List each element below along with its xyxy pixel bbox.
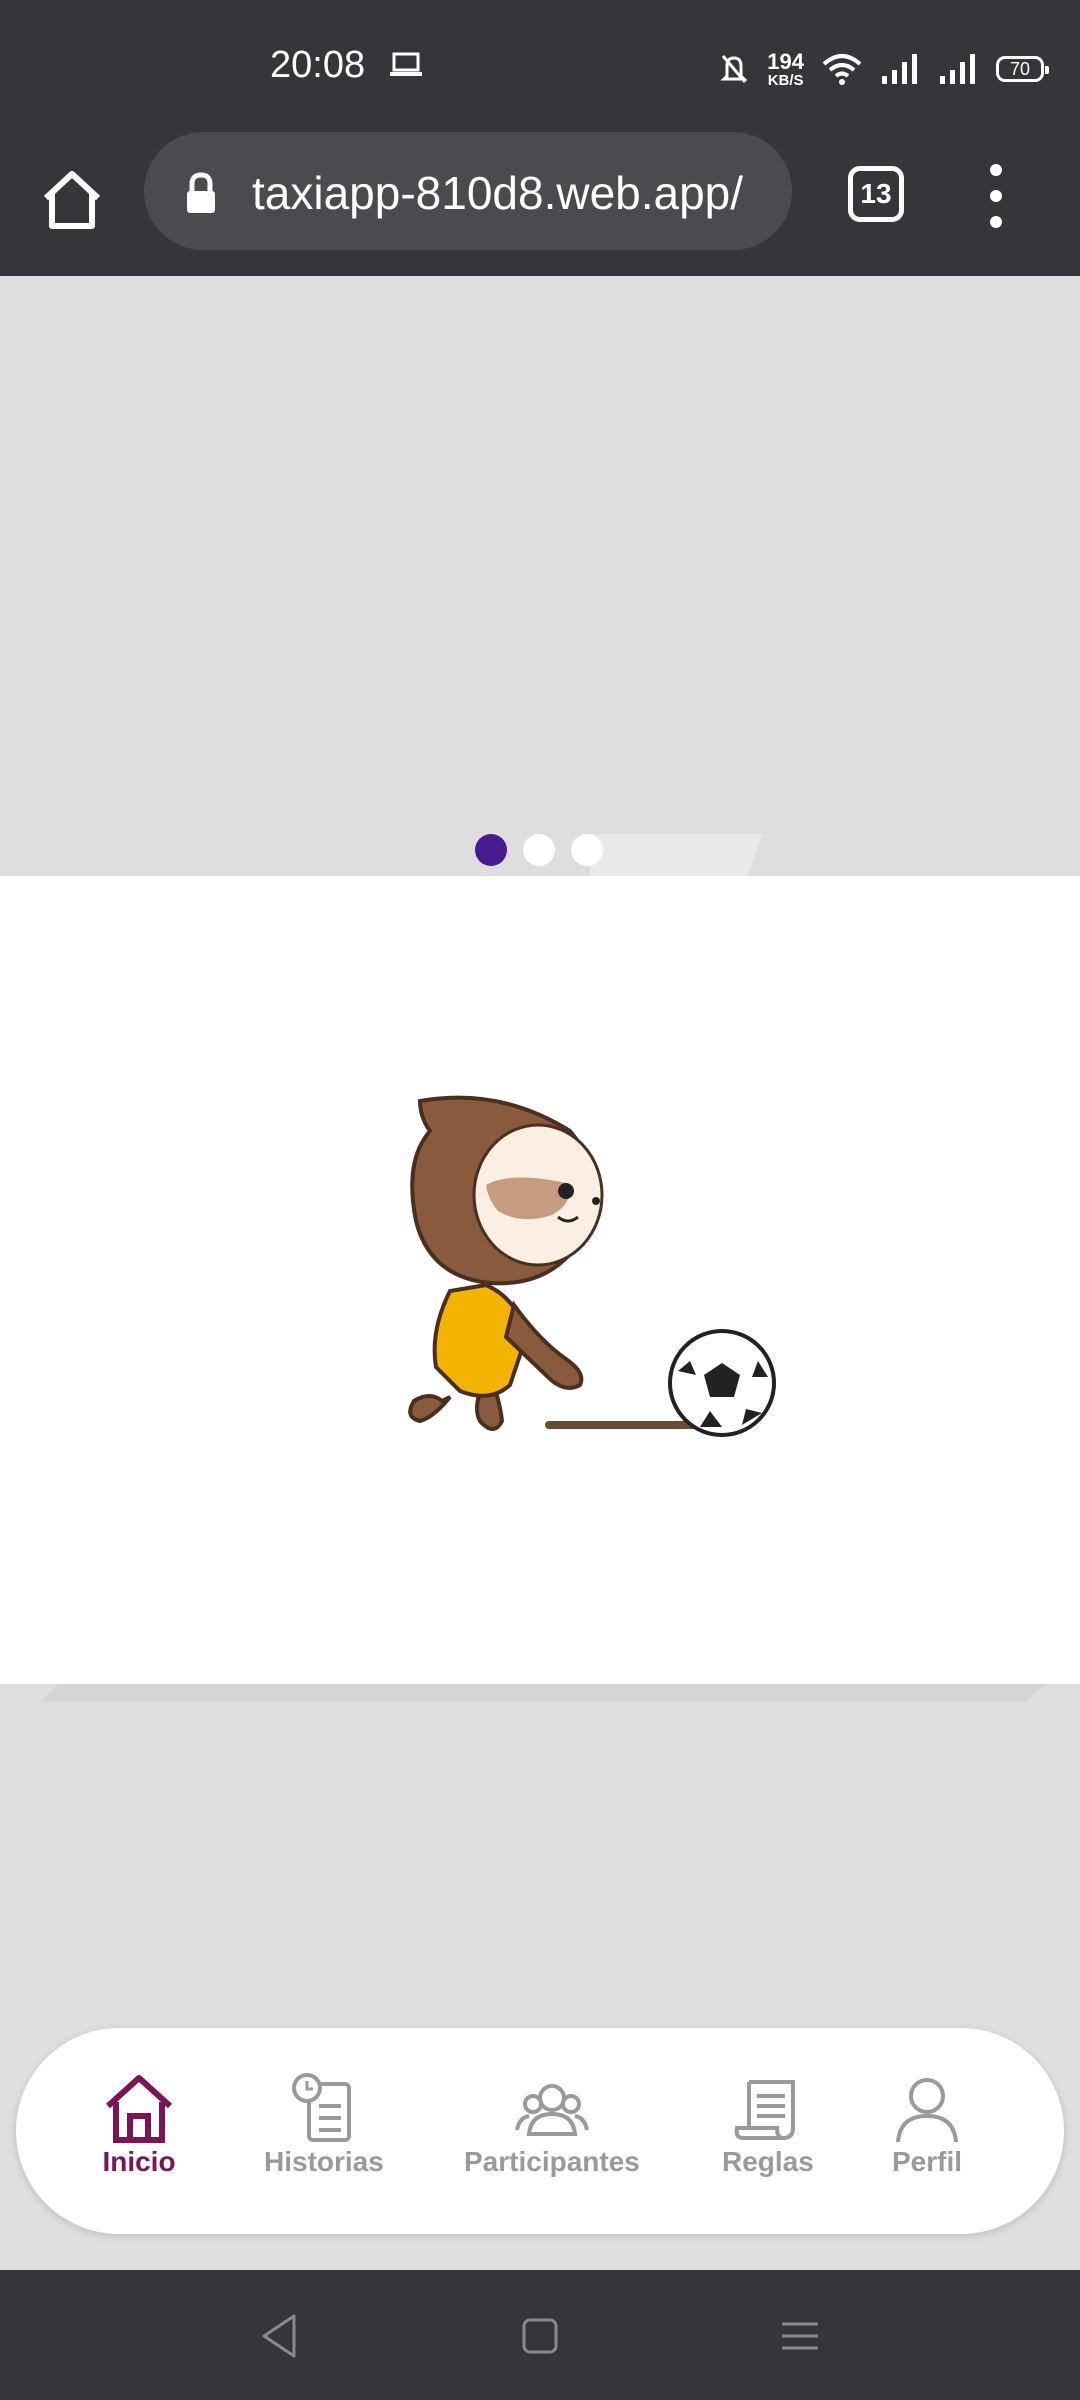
- url-text: taxiapp-810d8.web.app/: [252, 167, 744, 219]
- status-time: 20:08: [270, 44, 366, 86]
- carousel-dot-2[interactable]: [523, 834, 555, 866]
- signal-icon: [882, 54, 917, 84]
- profile-icon: [896, 2078, 958, 2143]
- carousel-dot-1[interactable]: [475, 834, 507, 866]
- nav-item-historias[interactable]: Historias: [264, 2072, 384, 2178]
- history-icon: [291, 2073, 351, 2142]
- nav-label-historias: Historias: [264, 2146, 384, 2177]
- nav-label-inicio: Inicio: [102, 2146, 176, 2177]
- laptop-icon: [390, 52, 422, 76]
- lock-icon: [187, 172, 215, 213]
- rules-icon: [734, 2080, 795, 2140]
- participants-icon: [514, 2084, 589, 2136]
- home-icon: [105, 2075, 173, 2143]
- signal-icon-2: [940, 54, 975, 84]
- back-icon[interactable]: [254, 2310, 306, 2362]
- battery-icon: 70: [996, 56, 1049, 82]
- nav-item-perfil[interactable]: Perfil: [890, 2072, 964, 2178]
- status-icons: 194 KB/S 70: [719, 44, 1049, 94]
- slide-decoration: [40, 1684, 1045, 1702]
- net-speed: 194 KB/S: [767, 48, 804, 89]
- browser-toolbar: taxiapp-810d8.web.app/ 13: [0, 132, 1080, 276]
- nav-label-reglas: Reglas: [722, 2146, 814, 2177]
- carousel-decoration: [590, 834, 762, 876]
- carousel-dot-3[interactable]: [571, 834, 603, 866]
- wifi-icon: [822, 54, 862, 85]
- carousel-banner: [0, 276, 1080, 876]
- carousel-slide[interactable]: [0, 876, 1080, 1684]
- carousel-dots: [475, 834, 603, 866]
- home-square-icon[interactable]: [514, 2310, 566, 2362]
- nav-item-participantes[interactable]: Participantes: [464, 2072, 640, 2178]
- recents-icon[interactable]: [774, 2310, 826, 2362]
- status-bar: 20:08 194 KB/S 70: [0, 0, 1080, 136]
- sloth-soccer-illustration: [408, 1095, 776, 1437]
- nav-label-perfil: Perfil: [891, 2146, 963, 2177]
- nav-item-reglas[interactable]: Reglas: [722, 2072, 814, 2178]
- home-icon[interactable]: [38, 166, 106, 234]
- system-navigation-bar: [0, 2270, 1080, 2400]
- nav-label-participantes: Participantes: [464, 2146, 640, 2177]
- overflow-menu-icon[interactable]: [984, 164, 1008, 228]
- tab-switcher-button[interactable]: 13: [848, 166, 904, 222]
- bottom-navigation: Inicio Historias Participantes Reglas Pe…: [16, 2028, 1064, 2234]
- address-bar[interactable]: taxiapp-810d8.web.app/: [144, 132, 792, 250]
- nav-item-inicio[interactable]: Inicio: [102, 2072, 176, 2178]
- bell-off-icon: [720, 55, 748, 83]
